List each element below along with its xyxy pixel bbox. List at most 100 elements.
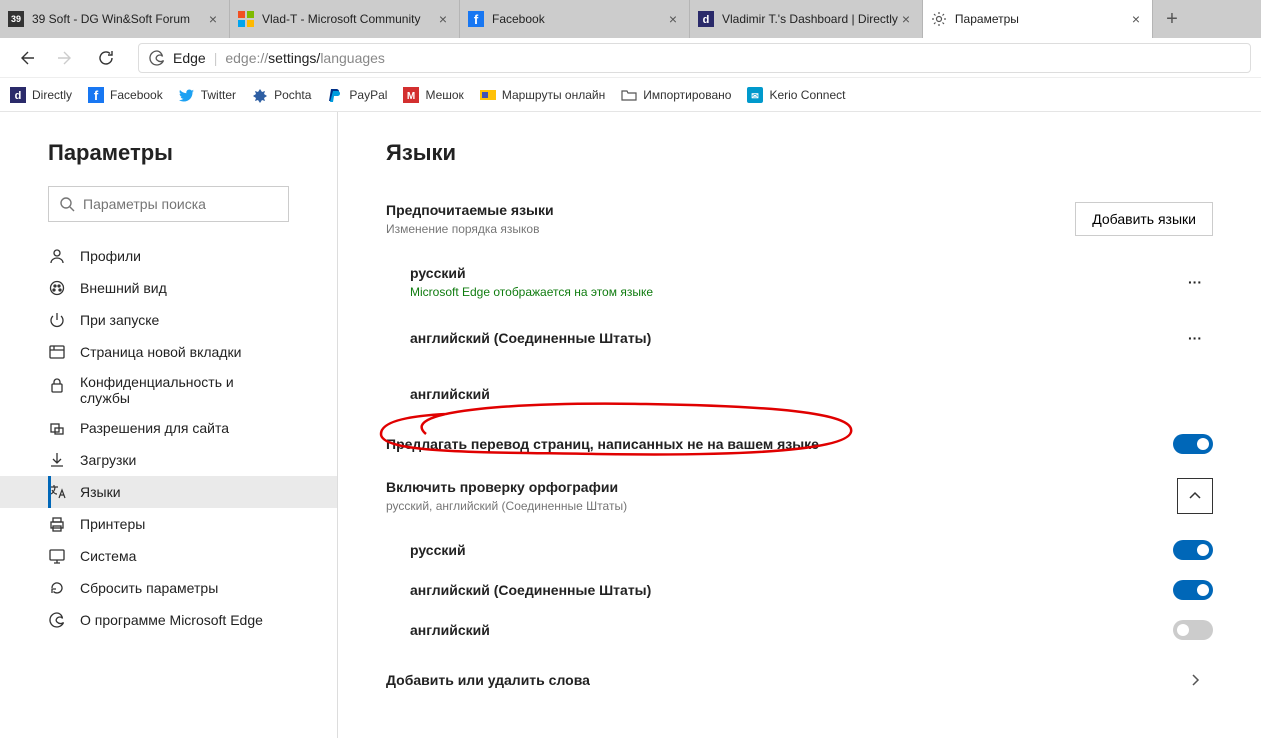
close-icon[interactable]: × (665, 11, 681, 27)
tab-title: Facebook (492, 12, 665, 26)
new-tab-button[interactable]: + (1153, 0, 1191, 38)
more-options-button[interactable]: ··· (1177, 264, 1213, 300)
settings-search[interactable] (48, 186, 289, 222)
browser-tab-active[interactable]: Параметры × (923, 0, 1153, 38)
printer-icon (48, 515, 66, 533)
browser-tab[interactable]: d Vladimir T.'s Dashboard | Directly × (690, 0, 923, 38)
translate-setting-row: Предлагать перевод страниц, написанных н… (386, 422, 1213, 466)
address-bar[interactable]: Edge | edge://settings/languages (138, 43, 1251, 73)
bookmark-routes[interactable]: Маршруты онлайн (480, 87, 605, 103)
pochta-icon (252, 87, 268, 103)
settings-sidebar: Параметры Профили Внешний вид При запуск… (0, 112, 338, 738)
reset-icon (48, 579, 66, 597)
search-icon (59, 196, 75, 212)
nav-newtab[interactable]: Страница новой вкладки (0, 336, 337, 368)
bookmarks-bar: d Directly f Facebook Twitter Pochta Pay… (0, 78, 1261, 112)
browser-tab[interactable]: 39 39 Soft - DG Win&Soft Forum × (0, 0, 230, 38)
bookmark-imported[interactable]: Импортировано (621, 87, 731, 103)
power-icon (48, 311, 66, 329)
nav-startup[interactable]: При запуске (0, 304, 337, 336)
language-row: русский Microsoft Edge отображается на э… (386, 254, 1213, 310)
language-name: английский (410, 386, 1177, 402)
dictionary-title: Добавить или удалить слова (386, 672, 1177, 688)
tab-title: Vlad-T - Microsoft Community (262, 12, 435, 26)
routes-icon (480, 87, 496, 103)
edge-icon (48, 611, 66, 629)
nav-profiles[interactable]: Профили (0, 240, 337, 272)
nav-printers[interactable]: Принтеры (0, 508, 337, 540)
chevron-up-icon (1188, 489, 1202, 503)
nav-downloads[interactable]: Загрузки (0, 444, 337, 476)
language-row: английский (Соединенные Штаты) ··· (386, 310, 1213, 366)
language-icon (48, 483, 66, 501)
nav-permissions[interactable]: Разрешения для сайта (0, 412, 337, 444)
twitter-icon (179, 87, 195, 103)
browser-tab[interactable]: Vlad-T - Microsoft Community × (230, 0, 460, 38)
content-area: Языки Предпочитаемые языки Изменение пор… (338, 112, 1261, 738)
close-icon[interactable]: × (205, 11, 221, 27)
svg-text:f: f (474, 12, 479, 27)
translate-toggle[interactable] (1173, 434, 1213, 454)
newtab-icon (48, 343, 66, 361)
toolbar: Edge | edge://settings/languages (0, 38, 1261, 78)
spellcheck-setting-row: Включить проверку орфографии русский, ан… (386, 466, 1213, 526)
chevron-right-icon (1177, 662, 1213, 698)
preferred-languages-subtitle: Изменение порядка языков (386, 222, 554, 236)
language-name: английский (Соединенные Штаты) (410, 330, 1177, 346)
spellcheck-language-name: русский (410, 542, 1173, 558)
language-name: русский (410, 265, 1177, 281)
nav-system[interactable]: Система (0, 540, 337, 572)
gear-icon (931, 11, 947, 27)
tab-strip: 39 39 Soft - DG Win&Soft Forum × Vlad-T … (0, 0, 1261, 38)
address-label: Edge (173, 50, 206, 66)
bookmark-directly[interactable]: d Directly (10, 87, 72, 103)
spellcheck-language-row: английский (386, 610, 1213, 650)
nav-appearance[interactable]: Внешний вид (0, 272, 337, 304)
folder-icon (621, 87, 637, 103)
language-note: Microsoft Edge отображается на этом язык… (410, 285, 1177, 299)
svg-text:d: d (703, 14, 710, 26)
spellcheck-toggle[interactable] (1173, 540, 1213, 560)
tab-title: 39 Soft - DG Win&Soft Forum (32, 12, 205, 26)
spellcheck-language-row: английский (Соединенные Штаты) (386, 570, 1213, 610)
lock-icon (48, 376, 66, 394)
spellcheck-language-name: английский (Соединенные Штаты) (410, 582, 1173, 598)
browser-tab[interactable]: f Facebook × (460, 0, 690, 38)
nav-languages[interactable]: Языки (0, 476, 337, 508)
forward-button[interactable] (50, 42, 82, 74)
bookmark-kerio[interactable]: ✉ Kerio Connect (747, 87, 845, 103)
more-options-button[interactable]: ··· (1177, 320, 1213, 356)
bookmark-twitter[interactable]: Twitter (179, 87, 236, 103)
tab-title: Параметры (955, 12, 1128, 26)
bookmark-meshok[interactable]: М Мешок (403, 87, 463, 103)
back-button[interactable] (10, 42, 42, 74)
nav-about[interactable]: О программе Microsoft Edge (0, 604, 337, 636)
bookmark-facebook[interactable]: f Facebook (88, 87, 163, 103)
spellcheck-toggle[interactable] (1173, 580, 1213, 600)
nav-privacy[interactable]: Конфиденциальность и службы (0, 368, 337, 412)
spellcheck-toggle[interactable] (1173, 620, 1213, 640)
bookmark-paypal[interactable]: PayPal (327, 87, 387, 103)
edge-icon (149, 50, 165, 66)
appearance-icon (48, 279, 66, 297)
preferred-languages-heading: Предпочитаемые языки (386, 202, 554, 218)
nav-reset[interactable]: Сбросить параметры (0, 572, 337, 604)
close-icon[interactable]: × (435, 11, 451, 27)
refresh-button[interactable] (90, 42, 122, 74)
tab-favicon: d (698, 11, 714, 27)
svg-text:d: d (15, 90, 22, 102)
svg-text:М: М (407, 91, 415, 102)
close-icon[interactable]: × (1128, 11, 1144, 27)
collapse-button[interactable] (1177, 478, 1213, 514)
add-language-button[interactable]: Добавить языки (1075, 202, 1213, 236)
page-title: Языки (386, 140, 1213, 166)
bookmark-pochta[interactable]: Pochta (252, 87, 311, 103)
spellcheck-language-name: английский (410, 622, 1173, 638)
tab-favicon: 39 (8, 11, 24, 27)
language-row: английский ··· (386, 366, 1213, 422)
directly-icon: d (10, 87, 26, 103)
close-icon[interactable]: × (898, 11, 914, 27)
dictionary-row[interactable]: Добавить или удалить слова (386, 650, 1213, 710)
svg-text:✉: ✉ (752, 91, 760, 101)
search-input[interactable] (83, 196, 278, 212)
